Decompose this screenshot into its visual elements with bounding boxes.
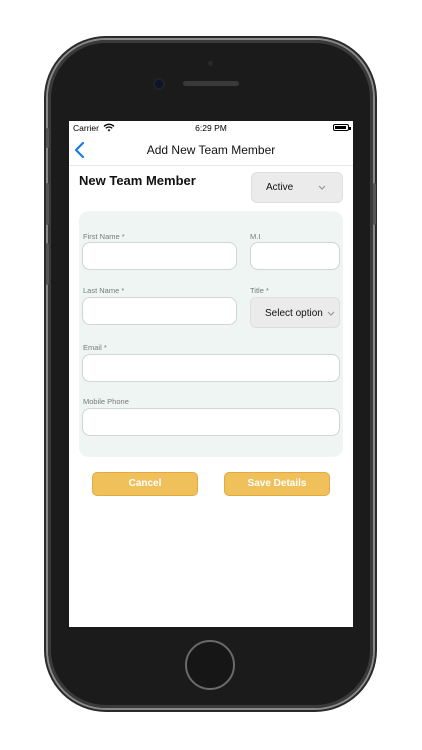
navigation-bar: Add New Team Member: [69, 135, 353, 166]
middle-initial-field[interactable]: [250, 242, 340, 270]
title-dropdown[interactable]: Select option: [250, 297, 340, 328]
chevron-down-icon: [318, 185, 326, 190]
mute-switch: [46, 128, 49, 148]
mobile-phone-field[interactable]: [82, 408, 340, 436]
power-button: [373, 183, 376, 225]
home-button[interactable]: [185, 640, 235, 690]
earpiece-speaker: [183, 81, 239, 86]
status-time: 6:29 PM: [195, 123, 227, 133]
title-dropdown-value: Select option: [265, 308, 323, 319]
volume-up-button: [46, 183, 49, 225]
title-label: Title *: [250, 286, 269, 295]
cancel-button[interactable]: Cancel: [92, 472, 198, 496]
chevron-down-icon: [327, 311, 335, 316]
email-field[interactable]: [82, 354, 340, 382]
battery-icon: [333, 124, 351, 131]
app-screen: Carrier 6:29 PM Add New Team Member New …: [69, 121, 353, 627]
email-label: Email *: [83, 343, 107, 352]
status-bar: Carrier 6:29 PM: [69, 121, 353, 135]
first-name-label: First Name *: [83, 232, 125, 241]
section-title: New Team Member: [79, 173, 196, 188]
last-name-label: Last Name *: [83, 286, 125, 295]
nav-title: Add New Team Member: [146, 143, 276, 157]
proximity-sensor: [208, 61, 213, 66]
middle-initial-label: M.I: [250, 232, 261, 241]
last-name-field[interactable]: [82, 297, 237, 325]
save-details-button[interactable]: Save Details: [224, 472, 330, 496]
first-name-field[interactable]: [82, 242, 237, 270]
mobile-phone-label: Mobile Phone: [83, 397, 129, 406]
status-dropdown-value: Active: [266, 182, 294, 193]
volume-down-button: [46, 243, 49, 285]
status-dropdown[interactable]: Active: [251, 172, 343, 203]
front-camera: [155, 80, 163, 88]
